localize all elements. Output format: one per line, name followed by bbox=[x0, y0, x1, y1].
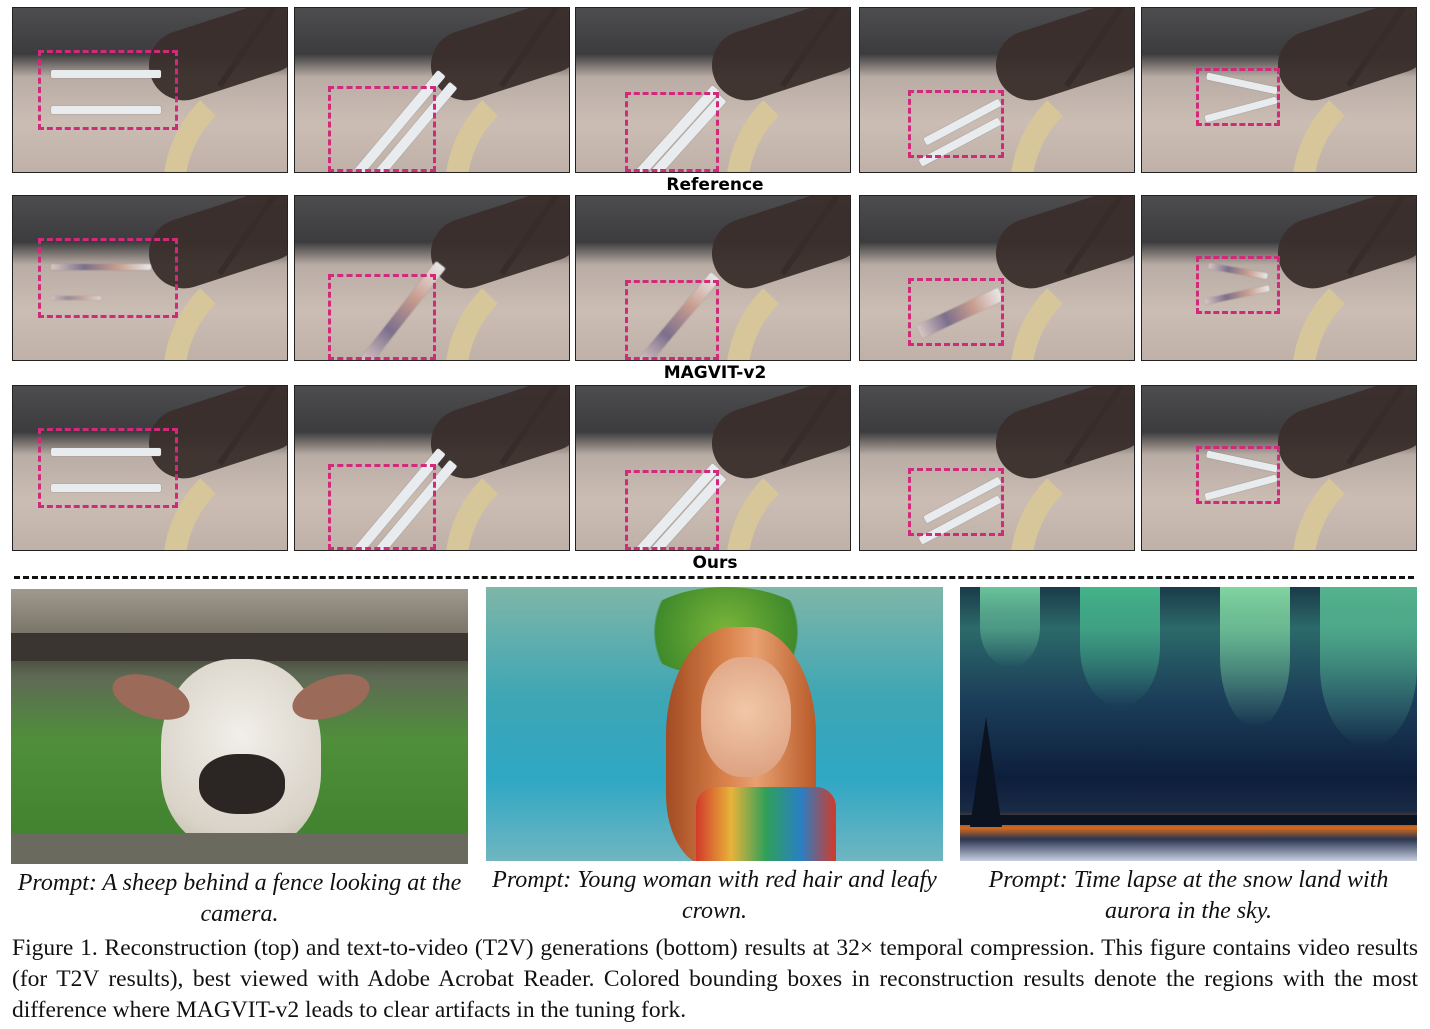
difference-bounding-box bbox=[908, 468, 1004, 536]
difference-bounding-box bbox=[908, 278, 1004, 346]
magvit-frame-2 bbox=[294, 195, 570, 361]
difference-bounding-box bbox=[328, 274, 436, 360]
ours-frame-2 bbox=[294, 385, 570, 551]
generation-woman-caption: Prompt: Young woman with red hair and le… bbox=[492, 867, 937, 924]
ours-frame-5 bbox=[1141, 385, 1417, 551]
generation-aurora-image bbox=[960, 587, 1417, 861]
ours-row-label: Ours bbox=[692, 553, 738, 573]
difference-bounding-box bbox=[1196, 446, 1280, 504]
difference-bounding-box bbox=[908, 90, 1004, 158]
generation-sheep-caption: Prompt: A sheep behind a fence looking a… bbox=[17, 870, 462, 927]
difference-bounding-box bbox=[38, 238, 178, 318]
generation-woman-image bbox=[486, 587, 943, 861]
difference-bounding-box bbox=[625, 280, 719, 360]
difference-bounding-box bbox=[625, 92, 719, 172]
reference-frame-3 bbox=[575, 7, 851, 173]
reference-frame-2 bbox=[294, 7, 570, 173]
ours-frame-4 bbox=[859, 385, 1135, 551]
figure-caption: Figure 1. Reconstruction (top) and text-… bbox=[12, 935, 1418, 1023]
difference-bounding-box bbox=[1196, 256, 1280, 314]
ours-frame-3 bbox=[575, 385, 851, 551]
reference-frame-4 bbox=[859, 7, 1135, 173]
ours-frame-1 bbox=[12, 385, 288, 551]
reference-frame-1 bbox=[12, 7, 288, 173]
magvit-frame-3 bbox=[575, 195, 851, 361]
difference-bounding-box bbox=[625, 470, 719, 550]
magvit-row-label: MAGVIT-v2 bbox=[663, 363, 767, 383]
magvit-frame-4 bbox=[859, 195, 1135, 361]
generation-sheep-image bbox=[11, 589, 468, 864]
magvit-frame-5 bbox=[1141, 195, 1417, 361]
difference-bounding-box bbox=[38, 428, 178, 508]
section-divider bbox=[14, 576, 1414, 579]
difference-bounding-box bbox=[328, 86, 436, 172]
generation-aurora-caption: Prompt: Time lapse at the snow land with… bbox=[988, 867, 1389, 924]
reference-row-label: Reference bbox=[666, 175, 764, 195]
reference-frame-5 bbox=[1141, 7, 1417, 173]
magvit-frame-1 bbox=[12, 195, 288, 361]
difference-bounding-box bbox=[328, 464, 436, 550]
difference-bounding-box bbox=[1196, 68, 1280, 126]
difference-bounding-box bbox=[38, 50, 178, 130]
